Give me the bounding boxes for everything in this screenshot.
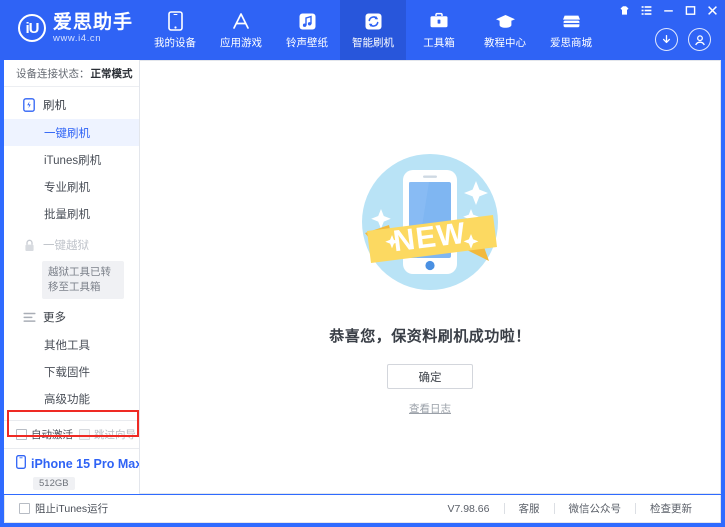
version-label: V7.98.66 — [447, 502, 490, 515]
auto-activate-checkbox[interactable]: 自动激活 — [16, 427, 73, 442]
tab-label: 工具箱 — [423, 37, 455, 49]
block-itunes-label: 阻止iTunes运行 — [35, 503, 109, 515]
account-icon[interactable] — [688, 28, 711, 51]
sidebar-item-label: 下载固件 — [44, 366, 90, 379]
sidebar-section-flash: 刷机 — [4, 91, 139, 119]
status-bar-right: V7.98.66 客服 微信公众号 检查更新 — [447, 501, 706, 516]
tab-ringtone-wallpaper[interactable]: 铃声壁纸 — [274, 0, 340, 60]
lock-icon — [22, 238, 36, 252]
sidebar-section-jailbreak: 一键越狱 — [4, 231, 139, 259]
maximize-icon[interactable] — [684, 4, 697, 17]
device-capacity-badge: 512GB — [33, 477, 75, 490]
sidebar-item-label: 专业刷机 — [44, 181, 90, 194]
view-log-link[interactable]: 查看日志 — [409, 401, 451, 416]
logo-url: www.i4.cn — [53, 33, 102, 44]
header-action-icons — [655, 28, 711, 51]
connection-status-value: 正常模式 — [90, 67, 133, 80]
success-message: 恭喜您，保资料刷机成功啦！ — [329, 328, 531, 345]
minimize-icon[interactable] — [662, 4, 675, 17]
appstore-icon — [230, 10, 252, 32]
sidebar-section-more: 更多 — [4, 303, 139, 331]
sidebar-item-batch-flash[interactable]: 批量刷机 — [4, 200, 139, 227]
main-content: NEW 恭喜您，保资料刷机成功啦！ 确定 查看日志 — [140, 60, 721, 494]
tab-label: 智能刷机 — [352, 37, 394, 49]
new-badge-phone-illustration: NEW — [345, 137, 515, 307]
tab-toolbox[interactable]: 工具箱 — [406, 0, 472, 60]
jailbreak-moved-note: 越狱工具已转移至工具箱 — [42, 261, 124, 299]
confirm-button[interactable]: 确定 — [387, 364, 473, 389]
wechat-official-link[interactable]: 微信公众号 — [555, 501, 636, 516]
block-itunes-checkbox[interactable]: 阻止iTunes运行 — [19, 501, 108, 516]
logo-mark-icon: iU — [18, 14, 46, 43]
graduation-cap-icon — [494, 10, 516, 32]
skin-icon[interactable] — [618, 4, 631, 17]
refresh-icon — [362, 10, 384, 32]
tab-label: 爱思商城 — [550, 37, 592, 49]
customer-service-link[interactable]: 客服 — [505, 501, 554, 516]
checkbox-box — [16, 428, 27, 440]
skip-wizard-checkbox: 跳过向导 — [79, 427, 136, 442]
tab-smart-flash[interactable]: 智能刷机 — [340, 0, 406, 60]
main-navigation: 我的设备 应用游戏 铃声壁纸 智能刷机 工具箱 教程中心 爱思商城 — [142, 0, 604, 60]
phone-flash-icon — [22, 98, 36, 112]
tab-my-device[interactable]: 我的设备 — [142, 0, 208, 60]
sidebar-section-title: 更多 — [43, 312, 66, 324]
tab-store[interactable]: 爱思商城 — [538, 0, 604, 60]
list-icon — [22, 310, 36, 324]
close-icon[interactable] — [706, 4, 719, 17]
music-icon — [296, 10, 318, 32]
tab-apps-games[interactable]: 应用游戏 — [208, 0, 274, 60]
app-header: iU 爱思助手 www.i4.cn 我的设备 应用游戏 铃声壁纸 智能刷机 工具… — [0, 0, 725, 60]
status-bar: 阻止iTunes运行 V7.98.66 客服 微信公众号 检查更新 — [4, 495, 721, 523]
sidebar-item-one-key-flash[interactable]: 一键刷机 — [4, 119, 139, 146]
sidebar-item-label: iTunes刷机 — [44, 154, 102, 167]
connection-status: 设备连接状态： 正常模式 — [4, 60, 139, 87]
phone-icon — [16, 455, 26, 472]
sidebar-item-pro-flash[interactable]: 专业刷机 — [4, 173, 139, 200]
store-icon — [560, 10, 582, 32]
checkbox-box — [79, 428, 90, 440]
sidebar-item-advanced-features[interactable]: 高级功能 — [4, 385, 139, 412]
menu-icon[interactable] — [640, 4, 653, 17]
device-name: iPhone 15 Pro Max — [31, 456, 140, 471]
tab-label: 应用游戏 — [220, 37, 262, 49]
check-update-link[interactable]: 检查更新 — [636, 501, 706, 516]
sidebar-item-other-tools[interactable]: 其他工具 — [4, 331, 139, 358]
tab-label: 我的设备 — [154, 37, 196, 49]
download-icon[interactable] — [655, 28, 678, 51]
skip-wizard-label: 跳过向导 — [94, 428, 136, 441]
device-info-panel[interactable]: iPhone 15 Pro Max 512GB iPhone — [4, 448, 139, 494]
auto-activate-label: 自动激活 — [31, 428, 73, 441]
sidebar-section-title: 一键越狱 — [43, 240, 89, 252]
sidebar-item-label: 一键刷机 — [44, 127, 90, 140]
window-controls — [618, 4, 719, 17]
sidebar-item-label: 批量刷机 — [44, 208, 90, 221]
sidebar-section-title: 刷机 — [43, 100, 66, 112]
checkbox-box — [19, 503, 30, 514]
sidebar-item-download-firmware[interactable]: 下载固件 — [4, 358, 139, 385]
sidebar-options: 自动激活 跳过向导 — [4, 421, 139, 447]
toolbox-icon — [428, 10, 450, 32]
sidebar: 设备连接状态： 正常模式 刷机 一键刷机 iTunes刷机 专业刷机 批量刷机 一… — [4, 60, 140, 494]
sidebar-item-itunes-flash[interactable]: iTunes刷机 — [4, 146, 139, 173]
app-logo: iU 爱思助手 www.i4.cn — [18, 13, 133, 44]
phone-icon — [164, 10, 186, 32]
device-name-row: iPhone 15 Pro Max — [16, 455, 139, 472]
logo-title: 爱思助手 — [53, 12, 134, 33]
tab-label: 教程中心 — [484, 37, 526, 49]
connection-status-label: 设备连接状态： — [16, 67, 90, 80]
tab-tutorial-center[interactable]: 教程中心 — [472, 0, 538, 60]
app-window: iU 爱思助手 www.i4.cn 我的设备 应用游戏 铃声壁纸 智能刷机 工具… — [0, 0, 725, 527]
sidebar-item-label: 高级功能 — [44, 393, 90, 406]
sidebar-item-label: 其他工具 — [44, 339, 90, 352]
tab-label: 铃声壁纸 — [286, 37, 328, 49]
